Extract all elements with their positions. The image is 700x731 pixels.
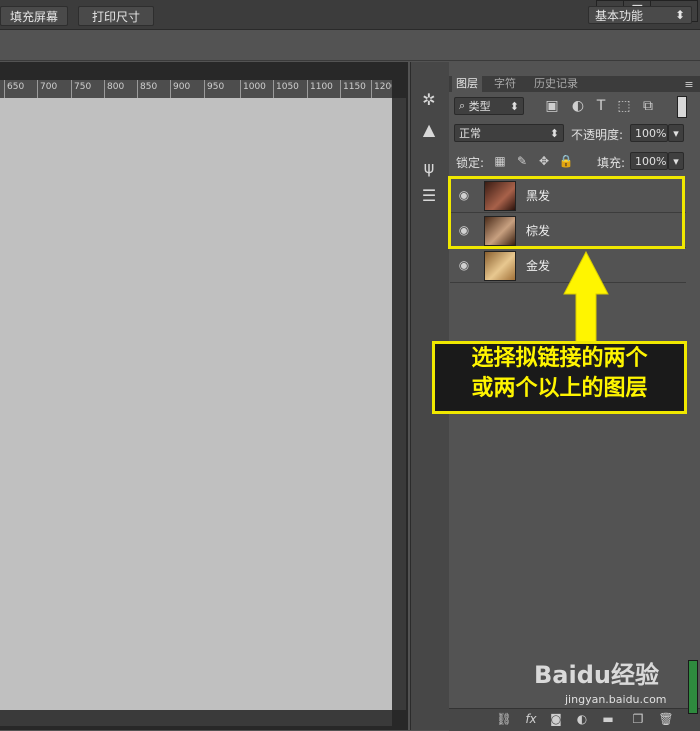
chevron-down-icon: ⬍ bbox=[674, 8, 685, 22]
blend-mode-label: 正常 bbox=[459, 127, 481, 140]
ruler-tick: 850 bbox=[137, 80, 157, 98]
horizontal-ruler: 650 700 750 800 850 900 950 1000 1050 11… bbox=[0, 80, 392, 99]
fill-dropdown-button[interactable]: ▾ bbox=[668, 152, 684, 170]
opacity-input[interactable]: 100% bbox=[630, 124, 668, 142]
ruler-tick: 700 bbox=[37, 80, 57, 98]
layer-name[interactable]: 金发 bbox=[526, 259, 550, 273]
annotation-arrow-icon bbox=[563, 250, 609, 343]
mask-icon[interactable]: ◙ bbox=[548, 710, 564, 728]
print-size-button[interactable]: 打印尺寸 bbox=[78, 6, 154, 26]
annotation-callout: 选择拟链接的两个 或两个以上的图层 bbox=[432, 341, 687, 414]
layer-filter-select[interactable]: ⌕ 类型 ⬍ bbox=[454, 97, 524, 115]
panel-menu-icon[interactable]: ≡ bbox=[680, 76, 698, 92]
ruler-tick: 1100 bbox=[307, 80, 333, 98]
workspace-select[interactable]: 基本功能 ⬍ bbox=[588, 6, 692, 24]
search-icon: ⌕ bbox=[459, 99, 469, 112]
fx-icon[interactable]: fx bbox=[522, 710, 540, 728]
horizontal-scrollbar[interactable] bbox=[0, 710, 392, 726]
scroll-indicator[interactable] bbox=[688, 660, 698, 714]
opacity-dropdown-button[interactable]: ▾ bbox=[668, 124, 684, 142]
options-bar bbox=[0, 30, 700, 61]
chevron-down-icon: ⬍ bbox=[549, 126, 559, 140]
document-canvas[interactable] bbox=[0, 98, 392, 710]
histogram-icon[interactable]: ▲ bbox=[418, 118, 440, 140]
annotation-line-1: 选择拟链接的两个 bbox=[471, 346, 648, 371]
lock-transparency-icon[interactable]: ▦ bbox=[492, 153, 508, 169]
fill-input[interactable]: 100% bbox=[630, 152, 668, 170]
smart-object-filter-icon[interactable]: ⧉ bbox=[640, 97, 656, 115]
tab-layers[interactable]: 图层 bbox=[452, 76, 482, 92]
ruler-tick: 950 bbox=[204, 80, 224, 98]
vertical-scrollbar[interactable] bbox=[392, 98, 406, 710]
eye-icon[interactable]: ◉ bbox=[455, 256, 473, 274]
brushes-icon[interactable]: ψ bbox=[418, 156, 440, 178]
shape-filter-icon[interactable]: ⬚ bbox=[616, 97, 632, 115]
adjustments-icon[interactable]: ☰ bbox=[418, 184, 440, 206]
chevron-down-icon: ⬍ bbox=[509, 99, 519, 113]
baidu-watermark: Baidu经验 bbox=[534, 661, 659, 689]
layer-thumbnail bbox=[484, 251, 516, 281]
ruler-tick: 800 bbox=[104, 80, 124, 98]
fill-screen-button[interactable]: 填充屏幕 bbox=[0, 6, 68, 26]
lock-brush-icon[interactable]: ✎ bbox=[514, 153, 530, 169]
selection-highlight-box bbox=[448, 176, 685, 249]
workspace-label: 基本功能 bbox=[595, 8, 644, 23]
navigator-icon[interactable]: ✲ bbox=[418, 88, 440, 110]
filter-toggle[interactable] bbox=[677, 96, 687, 118]
adjustment-filter-icon[interactable]: ◐ bbox=[570, 97, 586, 115]
lock-position-icon[interactable]: ✥ bbox=[536, 153, 552, 169]
image-filter-icon[interactable]: ▣ bbox=[544, 97, 560, 115]
link-icon[interactable]: ⛓ bbox=[496, 710, 512, 728]
trash-icon[interactable]: 🗑 bbox=[658, 710, 674, 728]
lock-all-icon[interactable]: 🔒 bbox=[558, 153, 574, 169]
watermark-url: jingyan.baidu.com bbox=[565, 693, 667, 706]
blend-mode-select[interactable]: 正常 ⬍ bbox=[454, 124, 564, 142]
lock-label: 锁定: bbox=[456, 156, 485, 170]
ruler-tick: 900 bbox=[170, 80, 190, 98]
ruler-tick: 1200 bbox=[371, 80, 392, 98]
tab-history[interactable]: 历史记录 bbox=[530, 76, 582, 92]
tab-character[interactable]: 字符 bbox=[490, 76, 520, 92]
filter-label: 类型 bbox=[468, 100, 491, 113]
ruler-tick: 1050 bbox=[273, 80, 299, 98]
ruler-tick: 1000 bbox=[240, 80, 266, 98]
folder-icon[interactable]: ▬ bbox=[600, 710, 616, 728]
type-filter-icon[interactable]: T bbox=[593, 97, 609, 115]
fill-label: 填充: bbox=[597, 156, 626, 170]
ruler-tick: 650 bbox=[4, 80, 24, 98]
ruler-tick: 1150 bbox=[340, 80, 366, 98]
opacity-label: 不透明度: bbox=[571, 128, 624, 142]
ruler-tick: 750 bbox=[71, 80, 91, 98]
new-layer-icon[interactable]: ❐ bbox=[630, 710, 646, 728]
adjustment-icon[interactable]: ◐ bbox=[574, 710, 590, 728]
annotation-line-2: 或两个以上的图层 bbox=[471, 376, 648, 401]
